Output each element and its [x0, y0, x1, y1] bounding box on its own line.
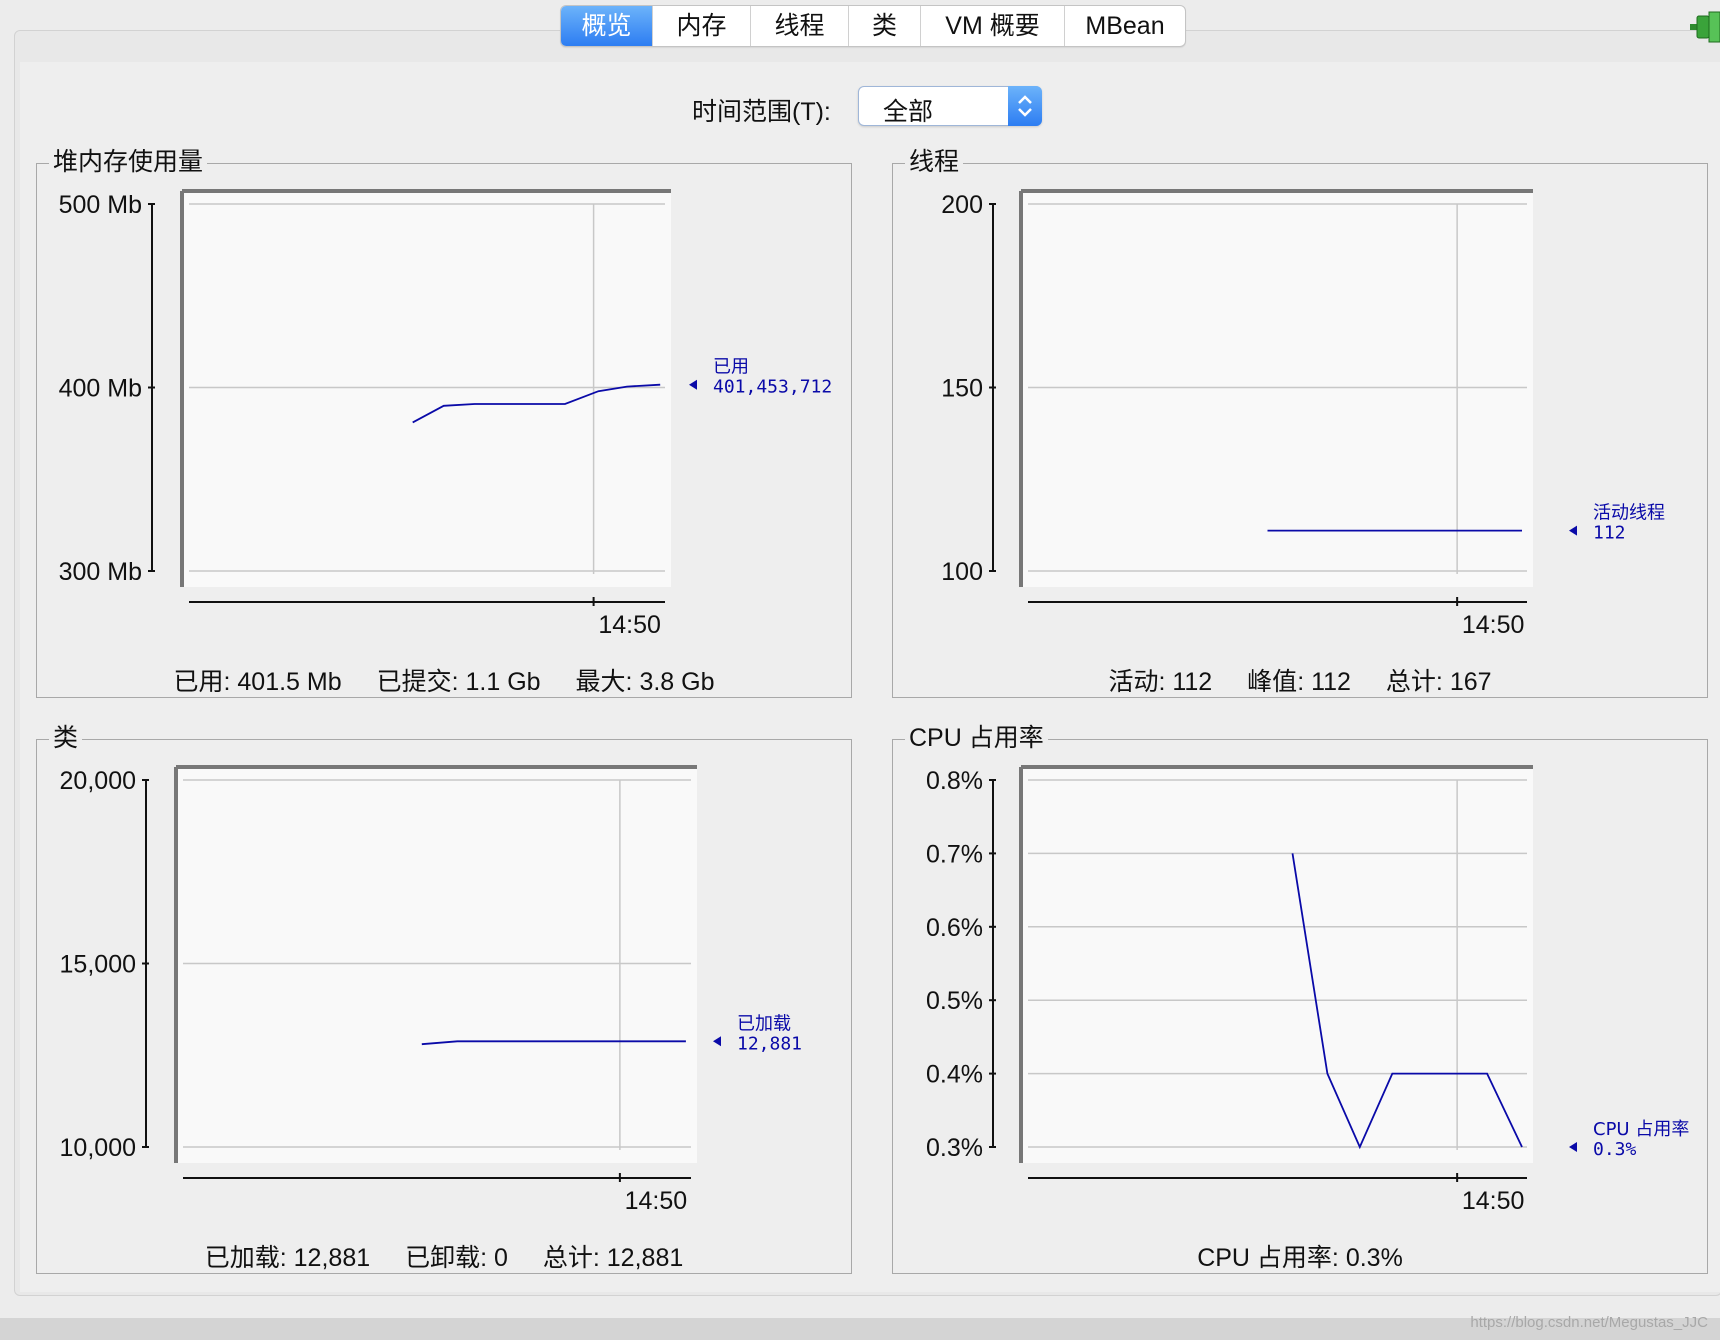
- heap-memory-stats: 已用: 401.5 Mb 已提交: 1.1 Gb 最大: 3.8 Gb: [37, 662, 851, 698]
- plot-area: [1021, 767, 1533, 1163]
- series-end-marker: [1569, 1142, 1577, 1152]
- y-tick-label: 0.7%: [926, 840, 983, 868]
- stat-item: 已加载: 12,881: [204, 1244, 371, 1272]
- threads-stats: 活动: 112 峰值: 112 总计: 167: [893, 662, 1707, 698]
- stat-value: 1.1 Gb: [465, 668, 541, 696]
- y-tick-label: 150: [941, 375, 983, 403]
- stat-label: 已加载: [204, 1244, 280, 1272]
- y-tick-label: 100: [941, 558, 983, 586]
- plot-area: [1021, 191, 1533, 587]
- x-tick-label: 14:50: [1462, 1187, 1525, 1215]
- bottom-status-bar: [0, 1318, 1720, 1340]
- y-tick-label: 400 Mb: [59, 375, 142, 403]
- cpu-usage-chart: 0.3%0.4%0.5%0.6%0.7%0.8%14:50CPU 占用率0.3%: [926, 765, 1689, 1215]
- classes-chart: 10,000 15,000 20,000 14:50 已加载12,881: [60, 765, 802, 1215]
- stat-item: 已提交: 1.1 Gb: [376, 668, 541, 696]
- stat-item: 已卸载: 0: [405, 1244, 508, 1272]
- tab-bar: 概览 内存 线程 类 VM 概要 MBean: [560, 5, 1186, 47]
- series-name-label: CPU 占用率: [1593, 1119, 1689, 1140]
- series-name-label: 已用: [713, 357, 749, 378]
- stat-label: 总计: [1385, 668, 1436, 696]
- cpu-usage-stats: CPU 占用率: 0.3%: [893, 1238, 1707, 1274]
- stat-label: 总计: [542, 1244, 593, 1272]
- y-tick-label: 0.5%: [926, 987, 983, 1015]
- tab-classes[interactable]: 类: [849, 6, 921, 46]
- time-range-select[interactable]: 全部: [858, 86, 1042, 126]
- y-tick-label: 300 Mb: [59, 558, 142, 586]
- watermark: https://blog.csdn.net/Megustas_JJC: [1470, 1314, 1708, 1331]
- series-value-label: 401,453,712: [713, 377, 832, 398]
- stat-label: CPU 占用率: [1197, 1244, 1332, 1272]
- stat-item: 已用: 401.5 Mb: [173, 668, 342, 696]
- stat-label: 已用: [173, 668, 224, 696]
- stat-item: 总计: 12,881: [542, 1244, 684, 1272]
- threads-chart: 100 150 200 14:50 活动线程112: [941, 189, 1665, 639]
- stat-label: 已卸载: [405, 1244, 481, 1272]
- stat-item: 峰值: 112: [1247, 668, 1351, 696]
- series-name-label: 已加载: [737, 1013, 791, 1034]
- cpu-usage-panel: CPU 占用率 0.3% 0.4% 0.5% 0.6% 0.7% 0.8% 14:50 CPU…: [892, 723, 1708, 1274]
- stat-item: 活动: 112: [1108, 668, 1213, 696]
- series-value-label: 0.3%: [1593, 1139, 1637, 1160]
- select-arrows-icon: [1008, 86, 1042, 126]
- tab-vm-summary[interactable]: VM 概要: [921, 6, 1065, 46]
- classes-panel: 类 10,000 15,000 20,000 14:50 已加载 12,881 已加载: …: [36, 723, 852, 1274]
- stat-label: 活动: [1108, 668, 1159, 696]
- y-tick-label: 15,000: [60, 951, 136, 979]
- heap-memory-panel: 堆内存使用量 300 Mb 400 Mb 500 Mb 14:50 已用 401,453,…: [36, 147, 852, 698]
- x-tick-label: 14:50: [625, 1187, 688, 1215]
- stat-label: 峰值: [1247, 668, 1298, 696]
- heap-memory-chart: 300 Mb 400 Mb 500 Mb 14:50 已用401,453,712: [59, 189, 832, 639]
- series-name-label: 活动线程: [1593, 503, 1665, 524]
- tab-memory[interactable]: 内存: [653, 6, 751, 46]
- y-tick-label: 0.4%: [926, 1061, 983, 1089]
- classes-stats: 已加载: 12,881 已卸载: 0 总计: 12,881: [37, 1238, 851, 1274]
- series-value-label: 12,881: [737, 1033, 802, 1054]
- stat-value: 167: [1449, 668, 1492, 696]
- tab-overview[interactable]: 概览: [561, 6, 653, 46]
- x-tick-label: 14:50: [598, 611, 661, 639]
- connection-plug-icon: [1690, 11, 1720, 43]
- stat-value: 12,881: [606, 1244, 684, 1272]
- stat-value: 112: [1172, 668, 1213, 696]
- y-tick-label: 0.6%: [926, 914, 983, 942]
- stat-label: 最大: [575, 668, 626, 696]
- series-value-label: 112: [1593, 523, 1626, 544]
- stat-value: 12,881: [293, 1244, 371, 1272]
- series-end-marker: [689, 379, 697, 390]
- stat-value: 0: [494, 1244, 508, 1272]
- stat-value: 3.8 Gb: [639, 668, 715, 696]
- y-tick-label: 20,000: [60, 767, 136, 795]
- time-range-value: 全部: [883, 98, 934, 126]
- tab-mbean[interactable]: MBean: [1065, 6, 1185, 46]
- stat-value: 0.3%: [1345, 1244, 1403, 1272]
- y-tick-label: 10,000: [60, 1134, 136, 1162]
- stat-item: CPU 占用率: 0.3%: [1197, 1244, 1403, 1272]
- stat-value: 112: [1311, 668, 1351, 696]
- plot-area: [176, 767, 697, 1163]
- stat-item: 最大: 3.8 Gb: [575, 668, 715, 696]
- series-end-marker: [713, 1036, 721, 1047]
- stat-label: 已提交: [376, 668, 452, 696]
- y-tick-label: 200: [941, 191, 983, 219]
- time-range-label: 时间范围(T):: [692, 98, 831, 126]
- tab-threads[interactable]: 线程: [751, 6, 849, 46]
- threads-panel: 线程 100 150 200 14:50 活动线程 112 活动: 112 峰值: 112…: [892, 147, 1708, 698]
- stat-item: 总计: 167: [1385, 668, 1492, 696]
- y-tick-label: 0.8%: [926, 767, 983, 795]
- series-end-marker: [1569, 525, 1577, 536]
- y-tick-label: 0.3%: [926, 1134, 983, 1162]
- y-tick-label: 500 Mb: [59, 191, 142, 219]
- x-tick-label: 14:50: [1462, 611, 1525, 639]
- stat-value: 401.5 Mb: [237, 668, 342, 696]
- plot-area: [182, 191, 671, 587]
